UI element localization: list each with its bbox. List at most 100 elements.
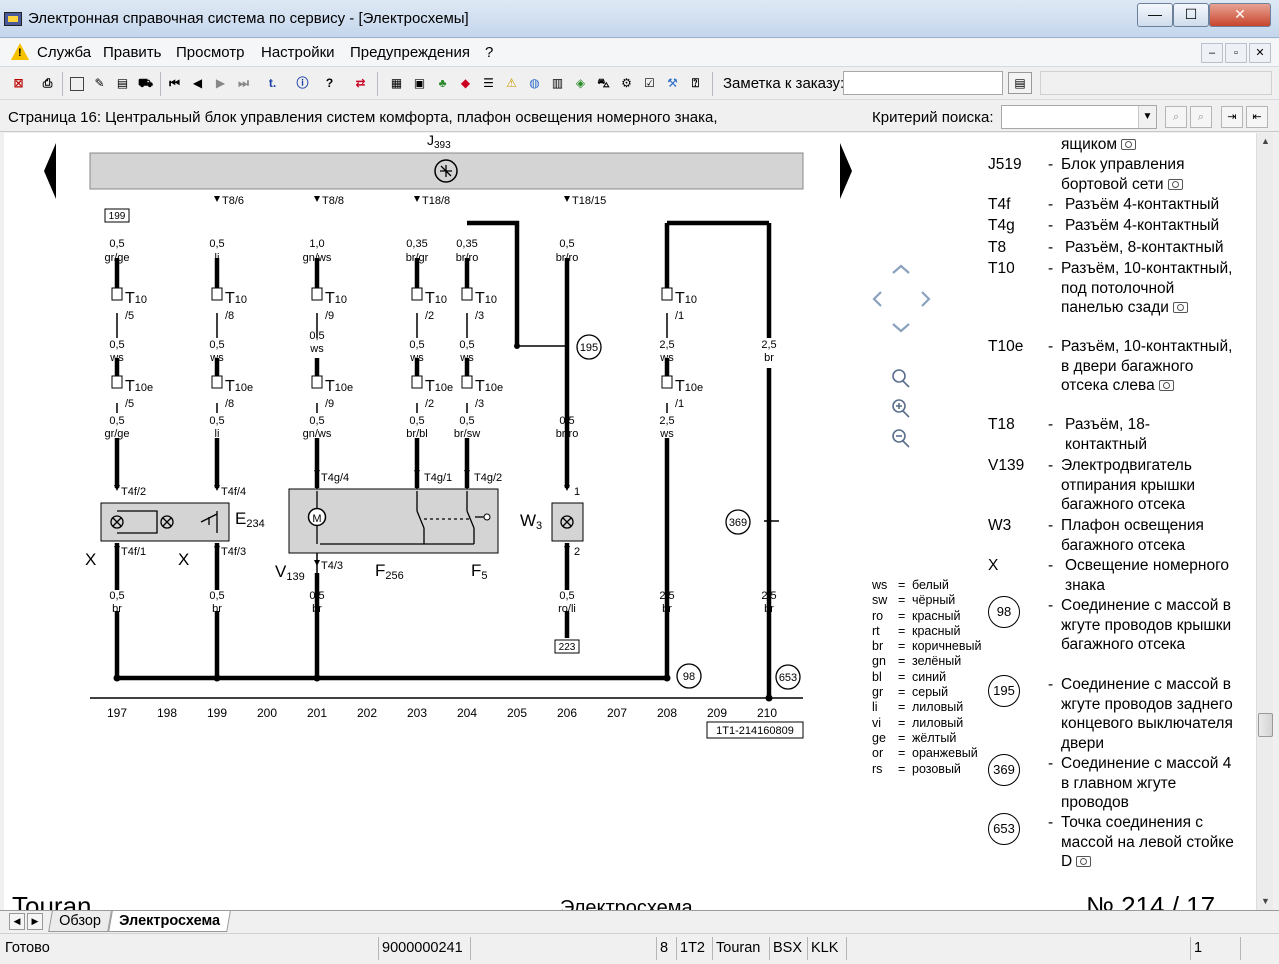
svg-text:ws: ws: [459, 352, 474, 364]
camera-icon[interactable]: [1158, 380, 1174, 391]
svg-text:2,5: 2,5: [659, 590, 674, 602]
color-eq: =: [898, 746, 906, 761]
svg-text:1,0: 1,0: [309, 238, 324, 250]
search-next-icon[interactable]: ⌕: [1190, 106, 1212, 128]
svg-text:2,5: 2,5: [761, 590, 776, 602]
svg-text:206: 206: [557, 706, 577, 720]
camera-icon[interactable]: [1121, 139, 1137, 150]
svg-text:gr/ge: gr/ge: [104, 252, 129, 264]
svg-text:1: 1: [574, 486, 580, 498]
maximize-button[interactable]: ☐: [1173, 3, 1209, 27]
car-icon[interactable]: ⛟: [135, 73, 156, 94]
help-note-icon[interactable]: ⍰: [685, 73, 706, 94]
menu-sluzhba[interactable]: Служба: [37, 44, 91, 61]
page-title: Страница 16: Центральный блок управления…: [8, 109, 718, 126]
notes-icon[interactable]: ▤: [112, 73, 133, 94]
first-page-icon[interactable]: ⏮: [164, 73, 185, 94]
mdi-restore-button[interactable]: ▫: [1225, 43, 1247, 63]
print-icon[interactable]: ⎙: [37, 73, 58, 94]
diagnose-icon[interactable]: ⚙: [616, 73, 637, 94]
svg-text:br: br: [212, 603, 222, 615]
tab-bar: ◀ ▶ Обзор Электросхема: [0, 910, 1279, 932]
tab-overview[interactable]: Обзор: [48, 911, 112, 932]
prev-page-arrow-icon[interactable]: [44, 143, 56, 199]
color-key-row: ro = красный: [872, 609, 1002, 624]
scroll-up-icon[interactable]: ▲: [1258, 133, 1273, 149]
status-state: Готово: [5, 940, 50, 956]
color-eq: =: [898, 685, 906, 700]
warning-tool-icon[interactable]: ⚠: [501, 73, 522, 94]
mdi-minimize-button[interactable]: –: [1201, 43, 1223, 63]
menu-warnings[interactable]: Предупреждения: [350, 44, 470, 61]
svg-text:200: 200: [257, 706, 277, 720]
order-note-input[interactable]: [843, 71, 1003, 95]
pan-right-icon[interactable]: [921, 291, 931, 307]
next-page-icon[interactable]: ▶: [210, 73, 231, 94]
outdent-icon[interactable]: ⇤: [1246, 106, 1268, 128]
swap-icon[interactable]: ⇄: [350, 73, 371, 94]
mdi-close-button[interactable]: ✕: [1249, 43, 1271, 63]
scroll-thumb[interactable]: [1258, 713, 1273, 737]
camera-icon[interactable]: [1076, 856, 1092, 867]
pan-left-icon[interactable]: [872, 291, 882, 307]
order-note-button[interactable]: ▤: [1008, 72, 1032, 94]
footer-model: Touran: [12, 891, 92, 910]
menu-help[interactable]: ?: [485, 44, 493, 61]
zoom-in-icon[interactable]: [892, 399, 910, 418]
svg-text:M: M: [312, 513, 321, 525]
vertical-scrollbar[interactable]: ▲ ▼: [1256, 133, 1273, 910]
pin-t8-6: T8/6: [222, 195, 244, 207]
search-prev-icon[interactable]: ⌕: [1165, 106, 1187, 128]
list-icon[interactable]: ☰: [478, 73, 499, 94]
prev-page-icon[interactable]: ◀: [187, 73, 208, 94]
camera-icon[interactable]: [1172, 302, 1188, 313]
last-page-icon[interactable]: ⏭: [233, 73, 254, 94]
jump-icon[interactable]: t.: [262, 73, 283, 94]
menu-settings[interactable]: Настройки: [261, 44, 335, 61]
svg-text:T10: T10: [675, 290, 697, 307]
bookmark-icon[interactable]: ◈: [570, 73, 591, 94]
edit-document-icon[interactable]: ✎: [89, 73, 110, 94]
color-name: зелёный: [912, 654, 962, 669]
tools-icon[interactable]: ⚒: [662, 73, 683, 94]
svg-text:ws: ws: [659, 428, 674, 440]
tab-scroll-right-icon[interactable]: ▶: [27, 913, 43, 930]
color-code: br: [872, 639, 884, 654]
info-icon[interactable]: ⓘ: [292, 73, 313, 94]
checklist-icon[interactable]: ☑: [639, 73, 660, 94]
indent-icon[interactable]: ⇥: [1221, 106, 1243, 128]
scroll-down-icon[interactable]: ▼: [1258, 893, 1273, 909]
vehicle-icon[interactable]: ⛍: [593, 73, 614, 94]
svg-text:T4f/1: T4f/1: [121, 546, 146, 558]
tab-scroll-left-icon[interactable]: ◀: [9, 913, 25, 930]
save-icon[interactable]: ▥: [547, 73, 568, 94]
close-button[interactable]: ✕: [1209, 3, 1271, 27]
minimize-button[interactable]: —: [1137, 3, 1173, 27]
zoom-fit-icon[interactable]: [892, 369, 910, 388]
camera-icon[interactable]: [1167, 178, 1183, 190]
pan-down-icon[interactable]: [892, 323, 910, 333]
new-document-icon[interactable]: [66, 73, 87, 94]
book-icon[interactable]: ▦: [386, 73, 407, 94]
page-info-bar: Страница 16: Центральный блок управления…: [0, 102, 1279, 132]
resize-grip-icon[interactable]: [1240, 937, 1275, 960]
color-code: ro: [872, 608, 884, 623]
exit-icon[interactable]: ⊠: [8, 73, 29, 94]
next-page-arrow-icon[interactable]: [840, 143, 852, 199]
svg-text:0,5: 0,5: [309, 415, 324, 427]
tab-wiring-diagram[interactable]: Электросхема: [108, 911, 231, 932]
w3-label: W3: [520, 511, 542, 532]
menu-edit[interactable]: Править: [103, 44, 162, 61]
help-icon[interactable]: ?: [319, 73, 340, 94]
menu-view[interactable]: Просмотр: [176, 44, 245, 61]
svg-text:/1: /1: [675, 310, 684, 322]
globe-icon[interactable]: ◍: [524, 73, 545, 94]
chevron-down-icon[interactable]: ▼: [1138, 106, 1156, 128]
tree-icon[interactable]: ♣: [432, 73, 453, 94]
manual-icon[interactable]: ◆: [455, 73, 476, 94]
catalog-icon[interactable]: ▣: [409, 73, 430, 94]
zoom-out-icon[interactable]: [892, 429, 910, 448]
color-code: li: [872, 700, 878, 715]
search-criteria-select[interactable]: ▼: [1001, 105, 1157, 129]
pan-up-icon[interactable]: [892, 264, 910, 274]
